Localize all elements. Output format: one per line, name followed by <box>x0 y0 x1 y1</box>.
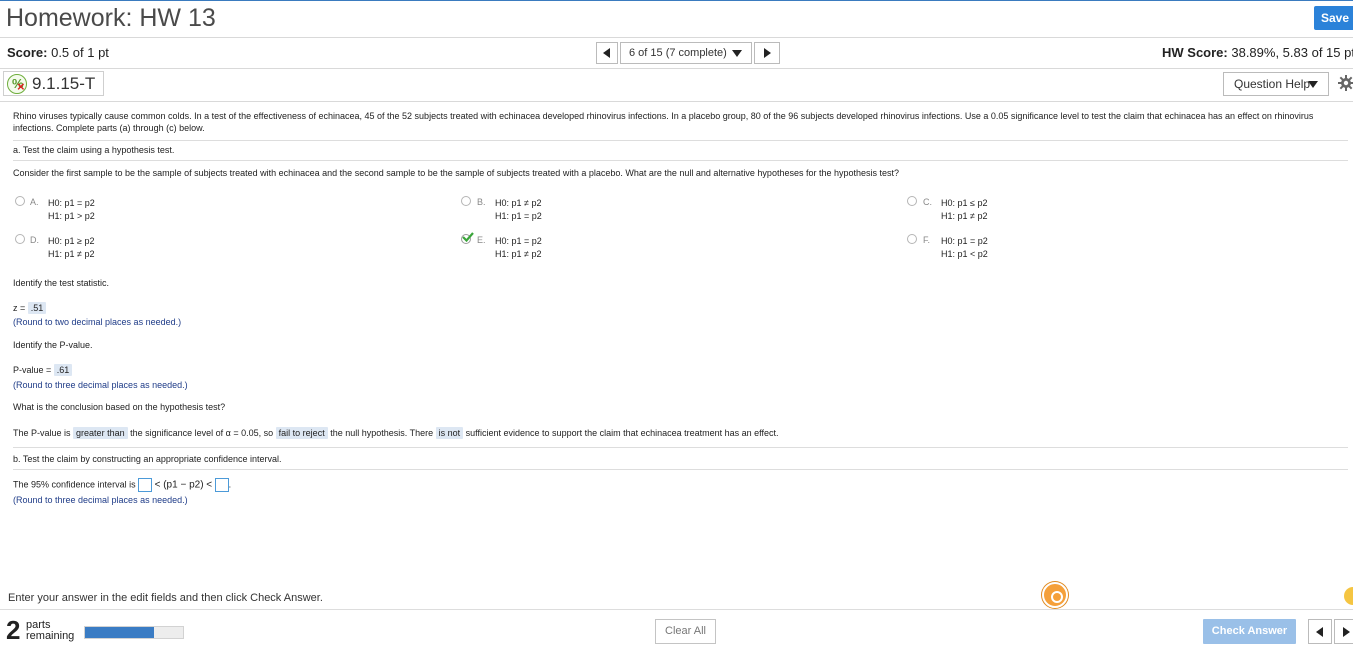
option-letter: A. <box>30 197 39 207</box>
rounding-instruction: (Round to three decimal places as needed… <box>13 380 188 390</box>
null-hypothesis: H0: p1 ≥ p2 <box>48 236 95 246</box>
divider <box>0 101 1353 102</box>
page-title: Homework: HW 13 <box>6 4 216 32</box>
null-hypothesis: H0: p1 = p2 <box>495 236 542 246</box>
conclusion-dropdown-evidence[interactable]: is not <box>435 427 464 439</box>
previous-question-button[interactable] <box>596 42 618 64</box>
alternative-hypothesis: H1: p1 ≠ p2 <box>48 249 95 259</box>
radio-button[interactable] <box>15 196 25 206</box>
question-select-dropdown[interactable]: 6 of 15 (7 complete) <box>620 42 752 64</box>
option-letter: D. <box>30 235 39 245</box>
conclusion-dropdown-decision[interactable]: fail to reject <box>275 427 328 439</box>
checkmark-icon <box>462 232 474 242</box>
help-assistant-icon[interactable] <box>1042 582 1068 608</box>
pvalue-answer-field[interactable]: .61 <box>53 364 73 376</box>
conclusion-prompt: What is the conclusion based on the hypo… <box>13 402 226 412</box>
alternative-hypothesis: H1: p1 ≠ p2 <box>941 211 988 221</box>
test-stat-prompt: Identify the test statistic. <box>13 278 110 288</box>
pvalue-prompt: Identify the P-value. <box>13 340 93 350</box>
progress-bar-fill <box>85 627 154 638</box>
divider <box>13 447 1348 448</box>
check-answer-button[interactable]: Check Answer <box>1203 619 1296 644</box>
remaining-word: remaining <box>26 630 75 642</box>
conclusion-dropdown-comparison[interactable]: greater than <box>73 427 128 439</box>
ci-end: . <box>228 479 232 490</box>
alternative-hypothesis: H1: p1 > p2 <box>48 211 95 221</box>
hw-score-display: HW Score: 38.89%, 5.83 of 15 pt <box>1162 45 1353 60</box>
clear-all-button[interactable]: Clear All <box>655 619 716 644</box>
conclusion-text: the null hypothesis. There <box>330 428 434 438</box>
question-id-badge: 9.1.15-T <box>3 71 104 96</box>
divider <box>13 469 1348 470</box>
question-intro: Rhino viruses typically cause common col… <box>13 111 1314 133</box>
ci-lower-bound-input[interactable] <box>138 478 153 492</box>
alternative-hypothesis: H1: p1 < p2 <box>941 249 988 259</box>
chevron-down-icon <box>1308 81 1318 88</box>
hw-score-value: 38.89%, 5.83 of 15 pt <box>1231 45 1353 60</box>
conclusion-sentence: The P-value is greater than the signific… <box>13 427 779 439</box>
pvalue-label: P-value = <box>13 365 52 375</box>
next-page-button[interactable] <box>1334 619 1353 644</box>
confidence-interval-row: The 95% confidence interval is < (p1 − p… <box>13 478 231 492</box>
partial-credit-icon <box>7 74 27 94</box>
z-answer-field[interactable]: .51 <box>27 302 47 314</box>
next-question-button[interactable] <box>754 42 780 64</box>
question-help-label: Question Help <box>1234 77 1311 91</box>
previous-page-button[interactable] <box>1308 619 1332 644</box>
conclusion-text: the significance level of α = 0.05, so <box>130 428 274 438</box>
divider <box>0 609 1353 610</box>
divider <box>13 140 1348 141</box>
chevron-down-icon <box>732 50 742 57</box>
z-statistic-row: z = .51 <box>13 302 47 314</box>
pvalue-row: P-value = .61 <box>13 364 73 376</box>
radio-button[interactable] <box>15 234 25 244</box>
conclusion-text: The P-value is <box>13 428 71 438</box>
divider <box>0 68 1353 69</box>
ci-upper-bound-input[interactable] <box>214 478 229 492</box>
radio-button[interactable] <box>907 196 917 206</box>
rounding-instruction: (Round to two decimal places as needed.) <box>13 317 182 327</box>
top-accent-line <box>0 0 1353 1</box>
null-hypothesis: H0: p1 = p2 <box>48 198 95 208</box>
ci-middle-text: < (p1 − p2) < <box>154 479 213 491</box>
gear-icon[interactable] <box>1338 75 1353 91</box>
question-select-label: 6 of 15 (7 complete) <box>629 47 727 59</box>
ci-label: The 95% confidence interval is <box>13 479 136 490</box>
option-letter: F. <box>923 235 931 245</box>
null-hypothesis: H0: p1 ≠ p2 <box>495 198 542 208</box>
option-letter: C. <box>923 197 932 207</box>
rounding-instruction: (Round to three decimal places as needed… <box>13 495 188 505</box>
alternative-hypothesis: H1: p1 = p2 <box>495 211 542 221</box>
score-value: 0.5 of 1 pt <box>51 45 109 60</box>
divider <box>13 160 1348 161</box>
part-b-heading: b. Test the claim by constructing an app… <box>13 454 282 464</box>
side-panel-icon[interactable] <box>1344 587 1353 605</box>
part-a-heading: a. Test the claim using a hypothesis tes… <box>13 145 175 155</box>
footer-instructions: Enter your answer in the edit fields and… <box>8 592 323 604</box>
z-label: z = <box>13 303 26 313</box>
radio-button[interactable] <box>461 196 471 206</box>
score-display: Score: 0.5 of 1 pt <box>7 45 109 60</box>
hw-score-label: HW Score: <box>1162 45 1228 60</box>
save-button[interactable]: Save <box>1314 6 1353 30</box>
alternative-hypothesis: H1: p1 ≠ p2 <box>495 249 542 259</box>
option-letter: E. <box>477 235 486 245</box>
radio-button[interactable] <box>907 234 917 244</box>
divider <box>0 37 1353 38</box>
null-hypothesis: H0: p1 = p2 <box>941 236 988 246</box>
parts-remaining-label: parts remaining <box>26 620 74 642</box>
question-id: 9.1.15-T <box>32 74 96 93</box>
conclusion-text: sufficient evidence to support the claim… <box>465 428 779 438</box>
question-help-dropdown[interactable]: Question Help <box>1223 72 1329 96</box>
progress-bar <box>84 626 184 639</box>
option-letter: B. <box>477 197 486 207</box>
part-a-prompt: Consider the first sample to be the samp… <box>13 168 900 178</box>
null-hypothesis: H0: p1 ≤ p2 <box>941 198 988 208</box>
parts-remaining-count: 2 <box>6 615 21 645</box>
score-label: Score: <box>7 45 48 60</box>
